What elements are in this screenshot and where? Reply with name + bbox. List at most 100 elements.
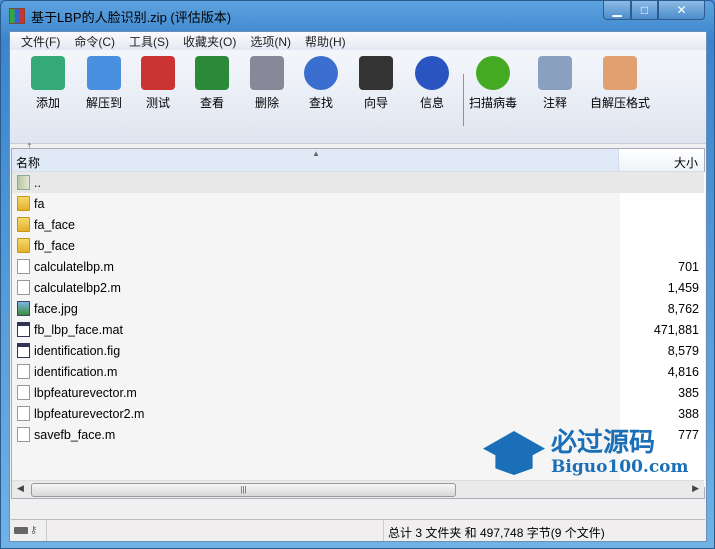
sort-ascending-icon: ▲ [312, 149, 320, 158]
folder-icon [17, 238, 30, 253]
folder-icon [17, 196, 30, 211]
menu-item-3[interactable]: 收藏夹(O) [176, 32, 243, 50]
toolbar-button-comment[interactable]: 注释 [525, 56, 585, 111]
menu-item-5[interactable]: 帮助(H) [298, 32, 353, 50]
file-size: 471,881 [653, 322, 699, 337]
toolbar-button-sfx-box[interactable]: 自解压格式 [585, 56, 655, 111]
file-name: identification.fig [34, 343, 121, 358]
toolbar-label: 查看 [199, 96, 224, 110]
column-header-size[interactable]: 大小 [619, 149, 704, 171]
text-file-icon [17, 406, 30, 421]
file-name: fb_face [34, 238, 76, 253]
key-icon[interactable]: ⚷ [30, 525, 37, 536]
scrollbar-thumb[interactable]: ||| [31, 483, 456, 497]
toolbar-label: 注释 [542, 96, 567, 110]
virus-scan-icon [476, 56, 510, 90]
file-row[interactable]: calculatelbp2.m 1,459 [12, 277, 704, 298]
file-row[interactable]: lbpfeaturevector.m 385 [12, 382, 704, 403]
comment-icon [538, 56, 572, 90]
close-button[interactable]: ✕ [658, 1, 705, 20]
toolbar-label: 向导 [363, 96, 388, 110]
file-name: fb_lbp_face.mat [34, 322, 123, 337]
file-size: 777 [678, 427, 699, 442]
file-row[interactable]: identification.fig 8,579 [12, 340, 704, 361]
file-row[interactable]: savefb_face.m 777 [12, 424, 704, 445]
file-row[interactable]: identification.m 4,816 [12, 361, 704, 382]
text-file-icon [17, 280, 30, 295]
file-size: 8,579 [667, 343, 699, 358]
file-name: .. [34, 175, 41, 190]
text-file-icon [17, 427, 30, 442]
file-name: calculatelbp.m [34, 259, 114, 274]
file-size: 388 [678, 406, 699, 421]
file-name: fa_face [34, 217, 76, 232]
file-name: fa [34, 196, 45, 211]
delete-trash-icon [250, 56, 284, 90]
scroll-left-icon[interactable]: ◀ [17, 483, 24, 494]
scroll-right-icon[interactable]: ▶ [692, 483, 699, 494]
toolbar-button-wizard-wand[interactable]: 向导 [346, 56, 406, 111]
file-name: calculatelbp2.m [34, 280, 121, 295]
toolbar-button-find-magnifier[interactable]: 查找 [291, 56, 351, 111]
file-name: identification.m [34, 364, 118, 379]
file-name: lbpfeaturevector.m [34, 385, 137, 400]
file-name: face.jpg [34, 301, 78, 316]
toolbar-button-view-book[interactable]: 查看 [182, 56, 242, 111]
data-file-icon [17, 322, 30, 337]
maximize-button[interactable]: □ [631, 1, 658, 20]
toolbar-label: 查找 [308, 96, 333, 110]
parent-folder-icon [17, 175, 30, 190]
menu-item-2[interactable]: 工具(S) [122, 32, 176, 50]
info-icon [415, 56, 449, 90]
toolbar-label: 添加 [35, 96, 60, 110]
file-size: 701 [678, 259, 699, 274]
toolbar-label: 扫描病毒 [468, 96, 517, 110]
toolbar-button-test-clipboard[interactable]: 测试 [128, 56, 188, 111]
menu-item-4[interactable]: 选项(N) [243, 32, 298, 50]
status-summary: 总计 3 文件夹 和 497,748 字节(9 个文件) [388, 526, 605, 540]
sfx-box-icon [603, 56, 637, 90]
text-file-icon [17, 364, 30, 379]
menu-item-1[interactable]: 命令(C) [67, 32, 122, 50]
file-name: savefb_face.m [34, 427, 116, 442]
file-row[interactable]: fb_face [12, 235, 704, 256]
file-row[interactable]: fa [12, 193, 704, 214]
title-bar: 基于LBP的人脸识别.zip (评估版本) [9, 6, 231, 26]
file-row[interactable]: calculatelbp.m 701 [12, 256, 704, 277]
app-window: 基于LBP的人脸识别.zip (评估版本) ▁ □ ✕ 文件(F) 命令(C) 工具… [0, 0, 715, 549]
file-row[interactable]: lbpfeaturevector2.m 388 [12, 403, 704, 424]
file-size: 385 [678, 385, 699, 400]
horizontal-scrollbar[interactable]: ◀ ||| ▶ [12, 480, 704, 498]
winrar-app-icon [9, 8, 25, 24]
menu-item-0[interactable]: 文件(F) [14, 32, 67, 50]
minimize-button[interactable]: ▁ [603, 1, 631, 20]
wizard-wand-icon [359, 56, 393, 90]
window-title: 基于LBP的人脸识别.zip (评估版本) [31, 9, 232, 25]
folder-icon [17, 217, 30, 232]
toolbar-label: 删除 [254, 96, 279, 110]
toolbar-button-info[interactable]: 信息 [402, 56, 462, 111]
file-row[interactable]: fa_face [12, 214, 704, 235]
toolbar-button-extract-folder[interactable]: 解压到 [74, 56, 134, 111]
find-magnifier-icon [304, 56, 338, 90]
toolbar-button-delete-trash[interactable]: 删除 [237, 56, 297, 111]
toolbar-button-virus-scan[interactable]: 扫描病毒 [463, 56, 523, 111]
image-file-icon [17, 301, 30, 316]
file-size: 1,459 [667, 280, 699, 295]
data-file-icon [17, 343, 30, 358]
file-size: 8,762 [667, 301, 699, 316]
toolbar-label: 自解压格式 [589, 96, 650, 110]
file-list: 名称 大小 ▲ .. fa fa_face fb_face calculatelbp.m… [11, 148, 705, 499]
toolbar: ↑ 添加 解压到 测试 查看 删除 查找 向导 信息 扫描病毒 注释 自解压格式 [10, 50, 706, 153]
file-row[interactable]: face.jpg 8,762 [12, 298, 704, 319]
status-bar: ⚷ 总计 3 文件夹 和 497,748 字节(9 个文件) [11, 519, 705, 541]
menu-bar: 文件(F) 命令(C) 工具(S) 收藏夹(O) 选项(N) 帮助(H) [10, 32, 706, 50]
file-name: lbpfeaturevector2.m [34, 406, 145, 421]
view-book-icon [195, 56, 229, 90]
file-row[interactable]: fb_lbp_face.mat 471,881 [12, 319, 704, 340]
add-archive-icon [31, 56, 65, 90]
toolbar-button-add-archive[interactable]: 添加 [18, 56, 78, 111]
text-file-icon [17, 259, 30, 274]
file-row[interactable]: .. [12, 172, 704, 193]
text-file-icon [17, 385, 30, 400]
